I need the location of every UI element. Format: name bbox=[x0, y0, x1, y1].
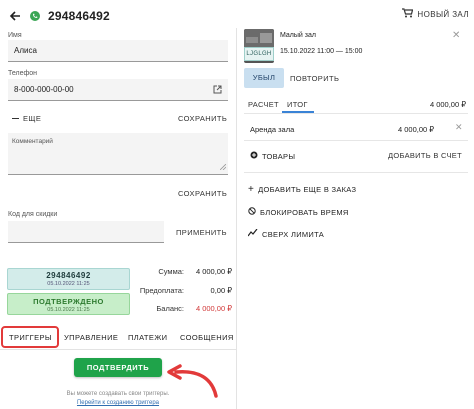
order-badge-number: 294846492 bbox=[46, 271, 91, 280]
prepay-label: Предоплата: bbox=[139, 286, 184, 295]
column-divider bbox=[236, 28, 237, 409]
save-comment-button[interactable]: СОХРАНИТЬ bbox=[178, 189, 227, 198]
discount-code-input[interactable] bbox=[8, 221, 164, 243]
tab-total[interactable]: ИТОГ bbox=[287, 100, 308, 109]
add-to-bill-button[interactable]: ДОБАВИТЬ В СЧЕТ bbox=[388, 151, 462, 160]
more-label: ЕЩЕ bbox=[23, 114, 42, 123]
confirmed-label: ПОДТВЕРЖДЕНО bbox=[33, 297, 104, 306]
resize-handle-icon[interactable] bbox=[219, 163, 227, 172]
booking-time: 15.10.2022 11:00 — 15:00 bbox=[280, 48, 363, 55]
triggers-hint: Вы можете создавать свои триггеры. bbox=[66, 391, 170, 397]
sum-label: Сумма: bbox=[158, 267, 184, 276]
tab-calculation[interactable]: РАСЧЕТ bbox=[248, 100, 279, 109]
phone-field[interactable]: 8-000-000-00-00 bbox=[8, 79, 228, 101]
name-field[interactable]: Алиса bbox=[8, 40, 228, 62]
more-button[interactable]: ЕЩЕ bbox=[12, 114, 41, 123]
rent-value: 4 000,00 ₽ bbox=[398, 125, 435, 134]
rent-divider bbox=[244, 140, 468, 141]
sum-value: 4 000,00 ₽ bbox=[195, 267, 232, 276]
balance-value: 4 000,00 ₽ bbox=[195, 304, 232, 313]
subtab-divider bbox=[244, 113, 468, 114]
confirmed-date: 05.10.2022 11:25 bbox=[47, 307, 90, 313]
phone-value: 8-000-000-00-00 bbox=[14, 85, 74, 94]
balance-label: Баланс: bbox=[156, 304, 184, 313]
minus-icon bbox=[12, 117, 19, 120]
add-more-label: ДОБАВИТЬ ЕЩЕ В ЗАКАЗ bbox=[258, 185, 357, 194]
tab-management[interactable]: УПРАВЛЕНИЕ bbox=[64, 333, 118, 342]
plus-circle-icon bbox=[250, 151, 258, 161]
plus-icon: + bbox=[248, 183, 255, 195]
order-status-badge: 294846492 05.10.2022 11:25 bbox=[7, 268, 130, 290]
open-external-icon[interactable] bbox=[213, 85, 222, 96]
add-more-action[interactable]: + ДОБАВИТЬ ЕЩЕ В ЗАКАЗ bbox=[248, 183, 357, 195]
save-button[interactable]: СОХРАНИТЬ bbox=[178, 114, 227, 123]
close-booking-icon[interactable]: ✕ bbox=[452, 30, 460, 41]
goods-divider bbox=[244, 172, 468, 173]
comment-field[interactable]: Комментарий bbox=[8, 133, 228, 175]
apply-button[interactable]: ПРИМЕНИТЬ bbox=[176, 228, 227, 237]
header-left: 294846492 bbox=[8, 6, 110, 26]
discount-label: Код для скидки bbox=[8, 211, 58, 218]
over-limit-label: СВЕРХ ЛИМИТА bbox=[262, 229, 325, 239]
rent-label: Аренда зала bbox=[250, 125, 295, 134]
call-status-icon bbox=[30, 11, 40, 21]
cart-icon bbox=[402, 8, 414, 20]
order-badge-date: 05.10.2022 11:25 bbox=[47, 281, 90, 287]
new-hall-label: НОВЫЙ ЗАЛ bbox=[417, 9, 469, 19]
name-label: Имя bbox=[8, 32, 22, 39]
create-trigger-link[interactable]: Перейти к созданию триггера bbox=[0, 400, 236, 406]
back-arrow-icon[interactable] bbox=[8, 9, 22, 23]
tab-payments[interactable]: ПЛАТЕЖИ bbox=[128, 333, 167, 342]
confirm-button[interactable]: ПОДТВЕРДИТЬ bbox=[74, 358, 162, 377]
tab-messages[interactable]: СООБЩЕНИЯ bbox=[180, 333, 234, 342]
goods-toggle[interactable]: ТОВАРЫ bbox=[250, 151, 295, 161]
confirmed-status-badge: ПОДТВЕРЖДЕНО 05.10.2022 11:25 bbox=[7, 293, 130, 315]
tab-triggers-highlight bbox=[1, 326, 59, 348]
comment-label: Комментарий bbox=[12, 138, 53, 145]
hall-name: Малый зал bbox=[280, 32, 316, 39]
new-hall-button[interactable]: НОВЫЙ ЗАЛ bbox=[402, 8, 469, 20]
prepay-value: 0,00 ₽ bbox=[210, 286, 232, 295]
remove-rent-icon[interactable]: ✕ bbox=[455, 122, 463, 133]
block-time-action[interactable]: БЛОКИРОВАТЬ ВРЕМЯ bbox=[248, 207, 349, 217]
goods-label: ТОВАРЫ bbox=[262, 151, 296, 161]
left-status-button[interactable]: УБЫЛ bbox=[244, 68, 284, 88]
order-number: 294846492 bbox=[48, 9, 110, 23]
over-limit-icon bbox=[247, 228, 258, 239]
hall-tag: LJGLGH bbox=[244, 47, 274, 61]
over-limit-action[interactable]: СВЕРХ ЛИМИТА bbox=[247, 228, 325, 239]
repeat-button[interactable]: ПОВТОРИТЬ bbox=[290, 74, 339, 83]
block-icon bbox=[248, 207, 256, 217]
phone-label: Телефон bbox=[8, 70, 38, 77]
block-time-label: БЛОКИРОВАТЬ ВРЕМЯ bbox=[260, 207, 349, 217]
calc-total-value: 4 000,00 ₽ bbox=[429, 100, 466, 109]
